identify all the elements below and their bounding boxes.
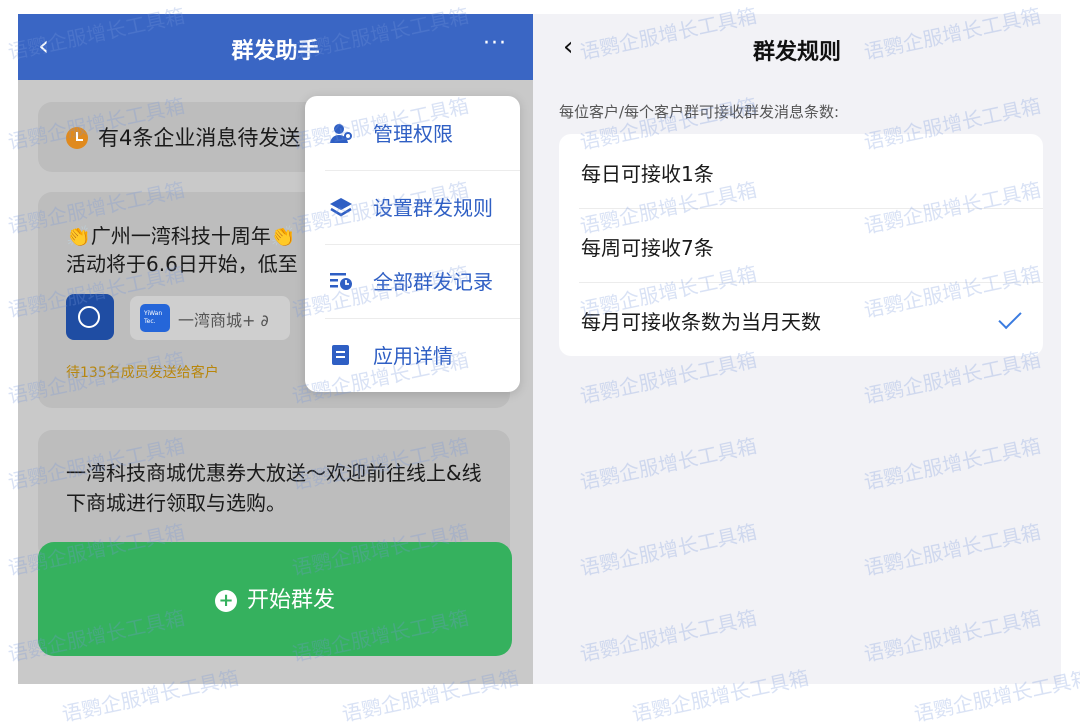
page-title: 群发规则	[752, 40, 841, 65]
option-label: 每周可接收7条	[581, 236, 714, 260]
page-title: 群发助手	[231, 39, 320, 64]
rule-options-list: 每日可接收1条 每周可接收7条 每月可接收条数为当月天数	[559, 134, 1043, 356]
menu-item-all-records[interactable]: 全部群发记录	[305, 244, 520, 318]
menu-item-set-rules[interactable]: 设置群发规则	[305, 170, 520, 244]
user-gear-icon	[330, 124, 352, 143]
option-daily[interactable]: 每日可接收1条	[559, 134, 1043, 208]
list-clock-icon	[330, 273, 352, 290]
plus-circle-icon: +	[214, 590, 237, 612]
menu-item-app-details[interactable]: 应用详情	[305, 318, 520, 392]
broadcast-text: 👏广州一湾科技十周年👏 活动将于6.6日开始，低至	[66, 224, 298, 276]
broadcast-status: 待135名成员发送给客户	[66, 365, 219, 381]
pending-messages-text: 有4条企业消息待发送	[98, 126, 301, 150]
checkmark-icon	[998, 305, 1022, 330]
start-broadcast-button[interactable]: + 开始群发	[38, 542, 512, 656]
start-broadcast-label: 开始群发	[246, 588, 335, 613]
left-header: ‹ 群发助手 ···	[18, 14, 533, 80]
option-weekly[interactable]: 每周可接收7条	[559, 208, 1043, 282]
yiwan-logo-icon: YiWan Tec.	[140, 304, 170, 332]
menu-item-manage-permissions[interactable]: 管理权限	[305, 96, 520, 170]
menu-label: 设置群发规则	[373, 196, 493, 220]
menu-label: 全部群发记录	[373, 270, 493, 294]
pending-clock-icon	[66, 127, 88, 149]
menu-label: 管理权限	[373, 122, 453, 146]
mini-program-chip[interactable]: YiWan Tec. 一湾商城+ ∂	[130, 296, 290, 340]
layers-icon	[330, 198, 352, 217]
option-label: 每日可接收1条	[581, 162, 714, 186]
dropdown-menu: 管理权限 设置群发规则 全部群发记录 应用详情	[305, 96, 520, 392]
section-label: 每位客户/每个客户群可接收群发消息条数:	[559, 103, 840, 121]
app-video-icon	[66, 294, 114, 340]
coupon-card[interactable]: 一湾科技商城优惠券大放送～欢迎前往线上&线下商城进行领取与选购。	[38, 430, 510, 560]
left-phone-screen: ‹ 群发助手 ··· 有4条企业消息待发送 👏广州一湾科技十周年👏 活动将于6.…	[18, 14, 533, 684]
option-monthly[interactable]: 每月可接收条数为当月天数	[559, 282, 1043, 356]
doc-icon	[332, 345, 349, 365]
menu-label: 应用详情	[373, 344, 453, 368]
option-label: 每月可接收条数为当月天数	[581, 310, 821, 334]
coupon-text: 一湾科技商城优惠券大放送～欢迎前往线上&线下商城进行领取与选购。	[66, 461, 482, 515]
more-icon[interactable]: ···	[483, 31, 507, 56]
mini-program-name: 一湾商城+ ∂	[178, 311, 269, 330]
right-phone-screen: ‹ 群发规则 每位客户/每个客户群可接收群发消息条数: 每日可接收1条 每周可接…	[533, 14, 1061, 684]
